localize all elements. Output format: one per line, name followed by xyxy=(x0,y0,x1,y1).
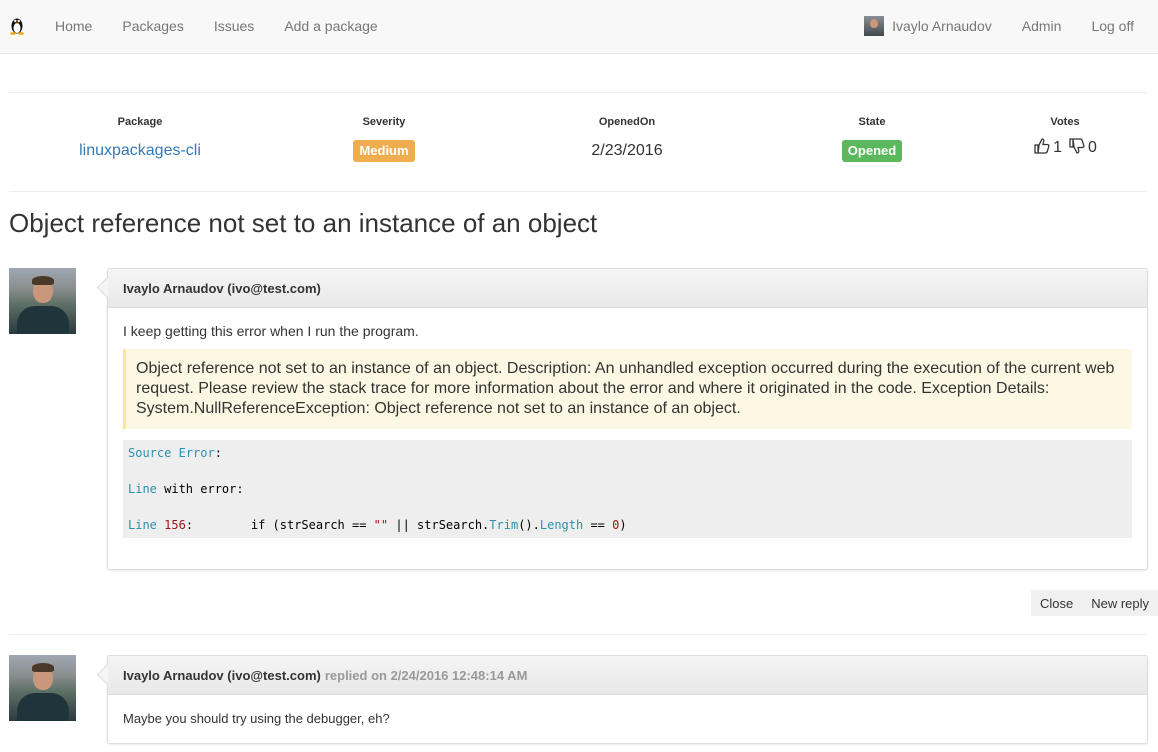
divider xyxy=(9,92,1147,93)
votes-header: Votes xyxy=(1050,116,1080,128)
comment-author: Ivaylo Arnaudov (ivo@test.com) xyxy=(123,280,321,296)
user-avatar xyxy=(864,16,885,36)
nav-add-package[interactable]: Add a package xyxy=(269,0,392,52)
user-name: Ivaylo Arnaudov xyxy=(892,18,992,34)
divider xyxy=(9,191,1147,192)
reply-header: Ivaylo Arnaudov (ivo@test.com) replied o… xyxy=(108,656,1147,695)
comment-text: I keep getting this error when I run the… xyxy=(123,323,419,339)
close-button[interactable]: Close xyxy=(1031,590,1082,616)
package-column: Package linuxpackages-cli xyxy=(30,100,250,162)
comment-body: I keep getting this error when I run the… xyxy=(108,308,1147,553)
divider xyxy=(9,634,1147,635)
error-quote: Object reference not set to an instance … xyxy=(123,349,1132,429)
comment-header: Ivaylo Arnaudov (ivo@test.com) xyxy=(108,269,1147,308)
opened-on-column: OpenedOn 2/23/2016 xyxy=(517,100,737,162)
votes-column: Votes 1 0 xyxy=(955,100,1158,159)
severity-column: Severity Medium xyxy=(274,100,494,162)
thumbs-down-icon[interactable] xyxy=(1068,137,1086,160)
severity-header: Severity xyxy=(362,116,406,128)
new-reply-button[interactable]: New reply xyxy=(1082,590,1158,616)
reply-author: Ivaylo Arnaudov (ivo@test.com) xyxy=(123,667,321,683)
comment-actions: Close New reply xyxy=(1030,590,1158,616)
thumbs-up-icon[interactable] xyxy=(1033,137,1051,160)
issue-title: Object reference not set to an instance … xyxy=(9,208,598,238)
severity-badge: Medium xyxy=(353,140,415,162)
linux-tux-icon[interactable] xyxy=(9,15,25,35)
state-badge: Opened xyxy=(841,140,903,162)
comment-avatar xyxy=(9,268,76,334)
nav-admin[interactable]: Admin xyxy=(1007,0,1077,52)
nav-home[interactable]: Home xyxy=(40,0,107,52)
reply-body: Maybe you should try using the debugger,… xyxy=(108,695,1147,741)
nav-issues[interactable]: Issues xyxy=(199,0,269,52)
reply-timestamp: replied on 2/24/2016 12:48:14 AM xyxy=(324,667,528,683)
state-column: State Opened xyxy=(762,100,982,162)
comment-panel: Ivaylo Arnaudov (ivo@test.com) I keep ge… xyxy=(107,268,1148,570)
nav-packages[interactable]: Packages xyxy=(107,0,198,52)
opened-on-header: OpenedOn xyxy=(598,116,656,128)
upvote-count: 1 xyxy=(1053,139,1062,156)
nav-log-off[interactable]: Log off xyxy=(1076,0,1149,52)
state-header: State xyxy=(858,116,886,128)
downvote-count: 0 xyxy=(1088,139,1097,156)
navbar: Home Packages Issues Add a package Ivayl… xyxy=(0,0,1158,54)
package-link[interactable]: linuxpackages-cli xyxy=(79,142,201,160)
reply-panel: Ivaylo Arnaudov (ivo@test.com) replied o… xyxy=(107,655,1148,744)
nav-user-profile[interactable]: Ivaylo Arnaudov xyxy=(849,0,1007,52)
reply-avatar xyxy=(9,655,76,721)
reply-text: Maybe you should try using the debugger,… xyxy=(123,711,390,726)
package-header: Package xyxy=(117,116,163,128)
opened-on-date: 2/23/2016 xyxy=(591,142,663,159)
code-block: Source Error: Line with error: Line 156:… xyxy=(123,440,1132,538)
issue-info: Package linuxpackages-cli Severity Mediu… xyxy=(9,100,1147,180)
